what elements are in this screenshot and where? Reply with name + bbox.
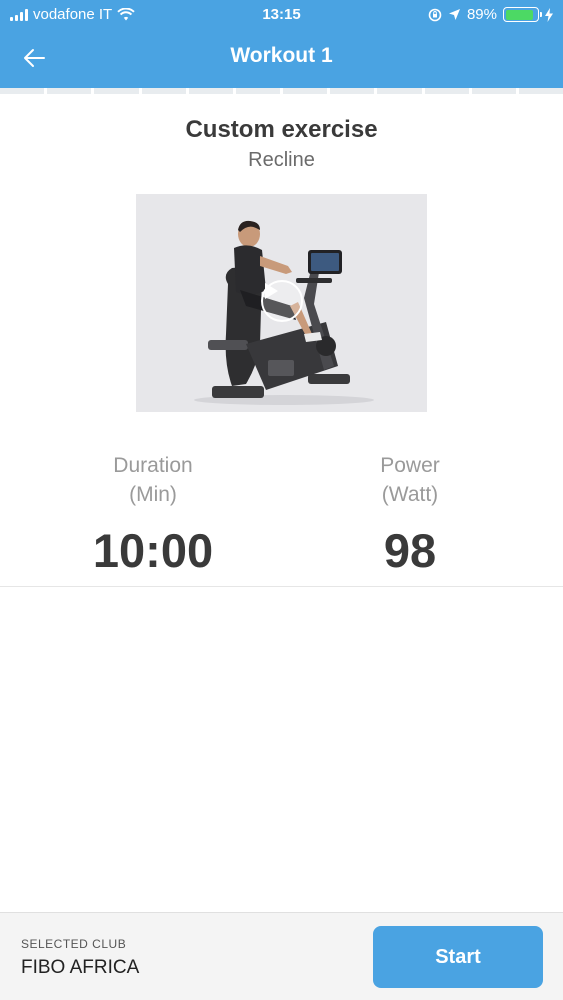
status-right: 89% xyxy=(428,6,553,23)
exercise-video-thumbnail[interactable] xyxy=(136,194,427,412)
progress-segment xyxy=(235,88,281,94)
duration-stat: Duration (Min) 10:00 xyxy=(48,451,258,578)
progress-segment xyxy=(283,88,328,94)
progress-segment xyxy=(330,88,375,94)
progress-segment xyxy=(188,88,233,94)
workout-progress-segments xyxy=(0,88,563,94)
exercise-title: Custom exercise xyxy=(185,116,378,143)
progress-segment xyxy=(377,88,422,94)
power-value: 98 xyxy=(383,524,437,577)
content-divider xyxy=(0,586,563,587)
nav-bar: Workout 1 xyxy=(0,30,563,88)
play-icon xyxy=(265,283,278,299)
duration-unit: (Min) xyxy=(129,483,177,506)
power-label: Power xyxy=(380,454,440,477)
footer-bar: SELECTED CLUB FIBO AFRICA Start xyxy=(0,912,563,1000)
duration-value: 10:00 xyxy=(92,524,214,577)
duration-label: Duration xyxy=(113,454,193,477)
progress-segment xyxy=(424,88,469,94)
start-button[interactable]: Start xyxy=(373,926,543,988)
lock-rotation-icon xyxy=(428,8,442,21)
progress-segment xyxy=(141,88,186,94)
power-unit: (Watt) xyxy=(381,483,439,506)
battery-fill xyxy=(505,9,534,20)
location-icon xyxy=(448,9,460,20)
selected-club-label: SELECTED CLUB xyxy=(21,937,127,951)
power-stat: Power (Watt) 98 xyxy=(305,451,515,578)
progress-segment xyxy=(471,88,516,94)
selected-club-name[interactable]: FIBO AFRICA xyxy=(21,957,139,979)
progress-segment xyxy=(0,88,45,94)
battery-percent: 89% xyxy=(466,6,497,23)
progress-segment xyxy=(518,88,563,94)
page-title: Workout 1 xyxy=(230,44,333,67)
status-bar: vodafone IT 13:15 89% xyxy=(0,0,563,30)
exercise-equipment: Recline xyxy=(248,149,315,171)
charging-icon xyxy=(545,7,553,22)
app-header: vodafone IT 13:15 89% Workout 1 xyxy=(0,0,563,88)
progress-segment xyxy=(47,88,92,94)
progress-segment xyxy=(94,88,139,94)
play-button[interactable] xyxy=(261,280,303,322)
battery-icon xyxy=(503,7,542,22)
